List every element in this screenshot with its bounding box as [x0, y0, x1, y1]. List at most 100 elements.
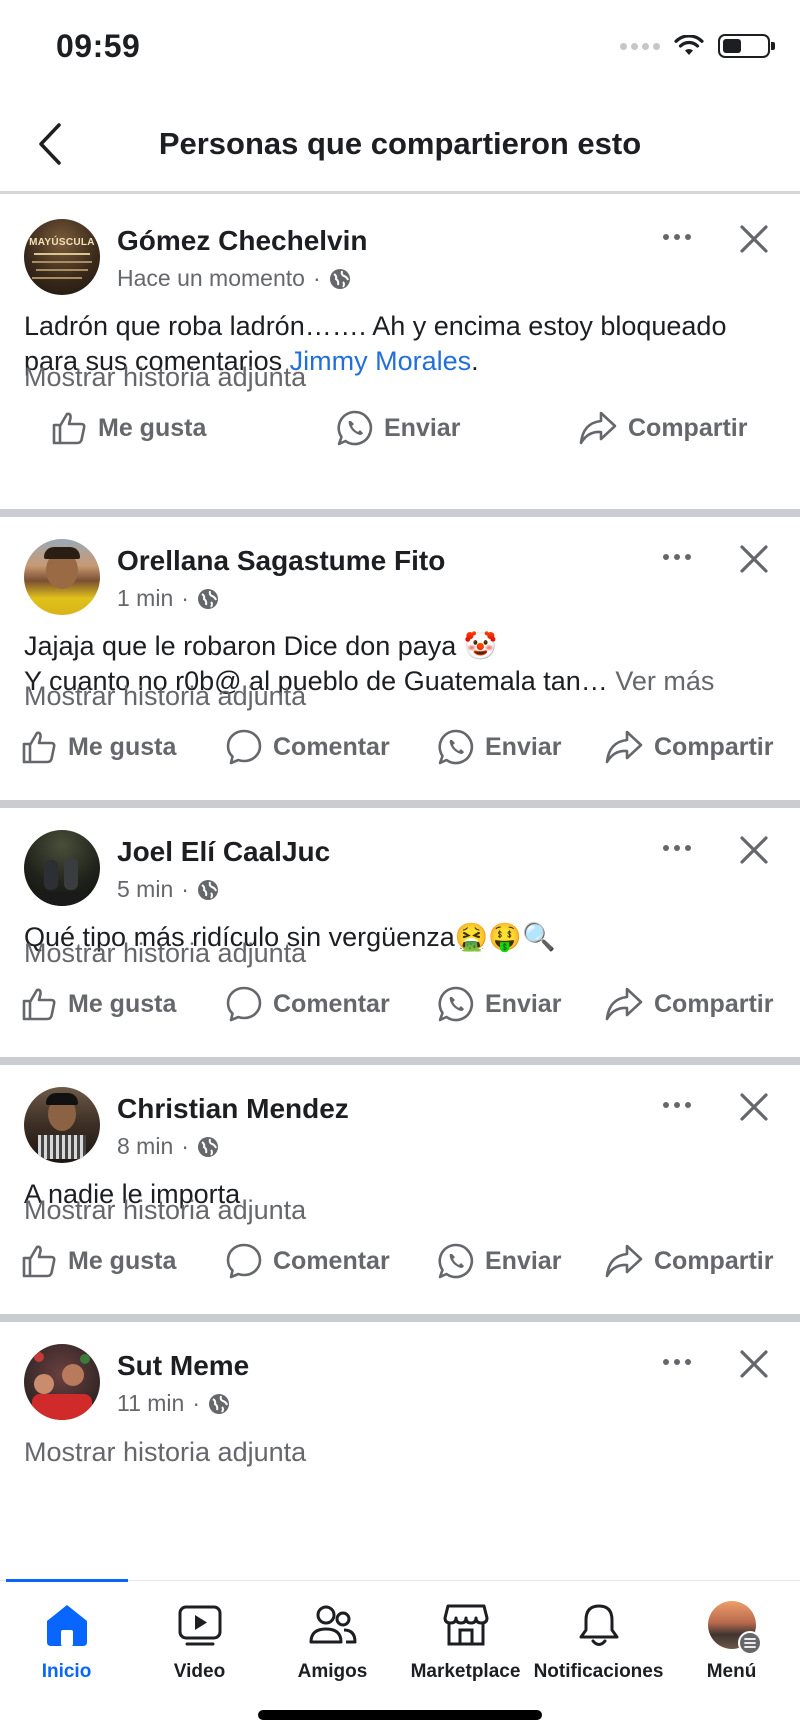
whatsapp-icon: [438, 729, 474, 765]
post-divider: [0, 1314, 800, 1322]
share-icon: [605, 730, 643, 764]
comment-button[interactable]: Comentar: [225, 1242, 390, 1280]
author-name[interactable]: Christian Mendez: [117, 1093, 349, 1125]
close-button[interactable]: [732, 537, 776, 581]
more-options-button[interactable]: [652, 1093, 702, 1117]
menu-avatar: [707, 1601, 762, 1655]
globe-icon: [209, 1393, 229, 1414]
close-icon: [740, 836, 768, 864]
globe-icon: [329, 268, 350, 289]
post-actions: Me gusta Comentar Enviar Compartir: [0, 718, 800, 778]
author-name[interactable]: Gómez Chechelvin: [117, 225, 368, 257]
bottom-tab-bar: Inicio Video Amigos Marketplace Notifica…: [0, 1579, 800, 1731]
tab-marketplace[interactable]: Marketplace: [399, 1599, 532, 1683]
avatar[interactable]: [24, 1087, 100, 1163]
home-icon: [46, 1605, 87, 1646]
tab-menu[interactable]: Menú: [665, 1599, 798, 1683]
tab-video[interactable]: Video: [133, 1599, 266, 1683]
share-post: Orellana Sagastume Fito 1 min · Jajaja q…: [0, 517, 800, 800]
show-attached-story-link[interactable]: Mostrar historia adjunta: [24, 362, 306, 393]
close-icon: [740, 1093, 768, 1121]
tab-amigos[interactable]: Amigos: [266, 1599, 399, 1683]
more-options-button[interactable]: [652, 1350, 702, 1374]
avatar[interactable]: [24, 539, 100, 615]
globe-icon: [197, 1136, 218, 1157]
comment-button[interactable]: Comentar: [225, 728, 390, 766]
close-button[interactable]: [732, 1085, 776, 1129]
close-button[interactable]: [732, 217, 776, 261]
send-button[interactable]: Enviar: [336, 409, 460, 447]
home-indicator: [258, 1710, 542, 1720]
share-button[interactable]: Compartir: [604, 985, 773, 1023]
like-icon: [22, 731, 56, 764]
more-options-button[interactable]: [652, 225, 702, 249]
tab-notificaciones[interactable]: Notificaciones: [532, 1599, 665, 1683]
share-button[interactable]: Compartir: [604, 728, 773, 766]
share-post: MAYÚSCULA Gómez Chechelvin Hace un momen…: [0, 197, 800, 509]
post-meta: 1 min ·: [117, 585, 219, 612]
comment-button[interactable]: Comentar: [225, 985, 390, 1023]
show-attached-story-link[interactable]: Mostrar historia adjunta: [24, 938, 306, 969]
send-button[interactable]: Enviar: [437, 728, 561, 766]
post-time: 8 min: [117, 1133, 174, 1159]
avatar-text: MAYÚSCULA: [29, 237, 95, 248]
whatsapp-icon: [337, 410, 373, 446]
page-title: Personas que compartieron esto: [158, 126, 642, 161]
close-button[interactable]: [732, 1342, 776, 1386]
post-actions: Me gusta Comentar Enviar Compartir: [0, 1232, 800, 1292]
see-more-link[interactable]: Ver más: [615, 666, 714, 696]
close-button[interactable]: [732, 828, 776, 872]
menu-lines-icon: [737, 1631, 762, 1655]
like-button[interactable]: Me gusta: [20, 1242, 176, 1280]
comment-icon: [226, 729, 262, 765]
show-attached-story-link[interactable]: Mostrar historia adjunta: [24, 1437, 306, 1468]
close-icon: [740, 225, 768, 253]
more-options-button[interactable]: [652, 836, 702, 860]
active-tab-indicator: [6, 1579, 128, 1582]
avatar[interactable]: [24, 830, 100, 906]
whatsapp-icon: [438, 986, 474, 1022]
share-button[interactable]: Compartir: [604, 1242, 773, 1280]
like-button[interactable]: Me gusta: [20, 728, 176, 766]
like-button[interactable]: Me gusta: [50, 409, 206, 447]
send-button[interactable]: Enviar: [437, 1242, 561, 1280]
share-post: Sut Meme 11 min · Mostrar historia adjun…: [0, 1322, 800, 1492]
tab-inicio[interactable]: Inicio: [0, 1599, 133, 1683]
like-button[interactable]: Me gusta: [20, 985, 176, 1023]
post-meta: Hace un momento ·: [117, 265, 351, 292]
page-header: Personas que compartieron esto: [0, 96, 800, 194]
post-divider: [0, 509, 800, 517]
avatar[interactable]: [24, 1344, 100, 1420]
like-icon: [52, 412, 86, 445]
avatar[interactable]: MAYÚSCULA: [24, 219, 100, 295]
friends-icon: [309, 1605, 356, 1644]
globe-icon: [197, 879, 218, 900]
more-options-button[interactable]: [652, 545, 702, 569]
author-name[interactable]: Sut Meme: [117, 1350, 249, 1382]
bell-icon: [579, 1604, 618, 1646]
send-button[interactable]: Enviar: [437, 985, 561, 1023]
show-attached-story-link[interactable]: Mostrar historia adjunta: [24, 681, 306, 712]
share-icon: [605, 987, 643, 1021]
show-attached-story-link[interactable]: Mostrar historia adjunta: [24, 1195, 306, 1226]
status-icons: [620, 34, 775, 58]
post-divider: [0, 1057, 800, 1065]
like-icon: [22, 1245, 56, 1278]
post-actions: Me gusta Enviar Compartir: [0, 399, 800, 459]
post-time: Hace un momento: [117, 265, 305, 291]
share-icon: [605, 1244, 643, 1278]
like-icon: [22, 988, 56, 1021]
cellular-signal-icon: [620, 42, 660, 50]
share-button[interactable]: Compartir: [578, 409, 747, 447]
comment-icon: [226, 986, 262, 1022]
battery-icon: [718, 34, 775, 58]
share-icon: [579, 411, 617, 445]
author-name[interactable]: Orellana Sagastume Fito: [117, 545, 445, 577]
post-divider: [0, 800, 800, 808]
post-meta: 5 min ·: [117, 876, 219, 903]
status-bar: 09:59: [0, 0, 800, 96]
wifi-icon: [674, 35, 704, 55]
mention-link[interactable]: Jimmy Morales: [290, 346, 472, 376]
share-post: Christian Mendez 8 min · A nadie le impo…: [0, 1065, 800, 1314]
author-name[interactable]: Joel Elí CaalJuc: [117, 836, 330, 868]
